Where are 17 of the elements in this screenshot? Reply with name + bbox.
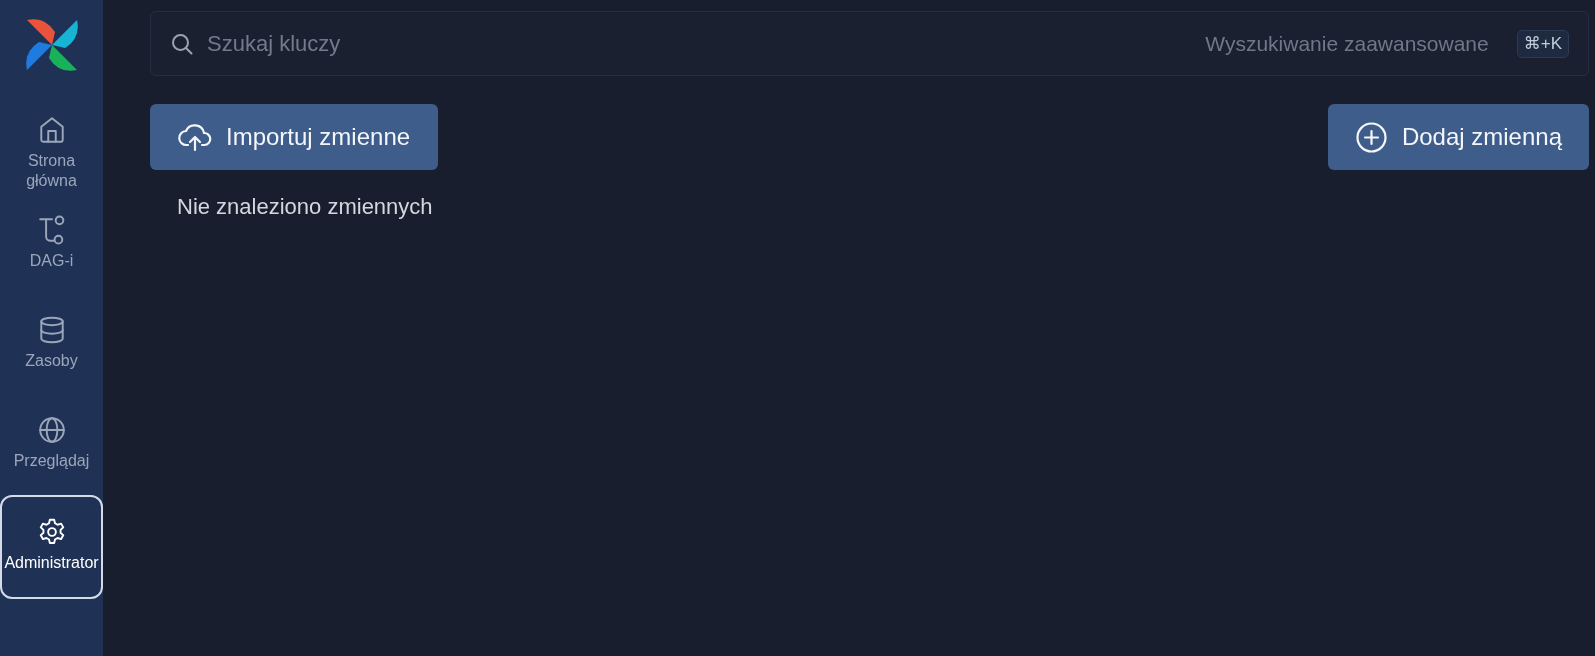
branch-icon bbox=[36, 215, 67, 245]
sidebar-item[interactable]: Przeglądaj bbox=[0, 395, 103, 495]
shortcut-key: ⌘+K bbox=[1516, 29, 1569, 58]
import-variables-button[interactable]: Importuj zmienne bbox=[150, 104, 439, 170]
sidebar-item[interactable]: Strona główna bbox=[0, 95, 103, 195]
cloud-upload-icon bbox=[178, 122, 212, 152]
search-field[interactable]: Szukaj kluczy Wyszukiwanie zaawansowane ⌘+K bbox=[150, 11, 1589, 76]
pinwheel-logo-icon bbox=[24, 18, 79, 72]
sidebar-item[interactable]: Zasoby bbox=[0, 295, 103, 395]
search-icon bbox=[171, 32, 193, 55]
sidebar-item[interactable]: DAG-i bbox=[0, 195, 103, 295]
add-variable-button[interactable]: Dodaj zmienną bbox=[1327, 104, 1589, 170]
advanced-search-link[interactable]: Wyszukiwanie zaawansowane bbox=[1205, 31, 1489, 56]
empty-message: Nie znaleziono zmiennych bbox=[177, 194, 434, 220]
plus-circle-icon bbox=[1355, 121, 1387, 153]
sidebar-item[interactable]: Administrator bbox=[0, 495, 103, 599]
globe-icon bbox=[36, 415, 67, 445]
